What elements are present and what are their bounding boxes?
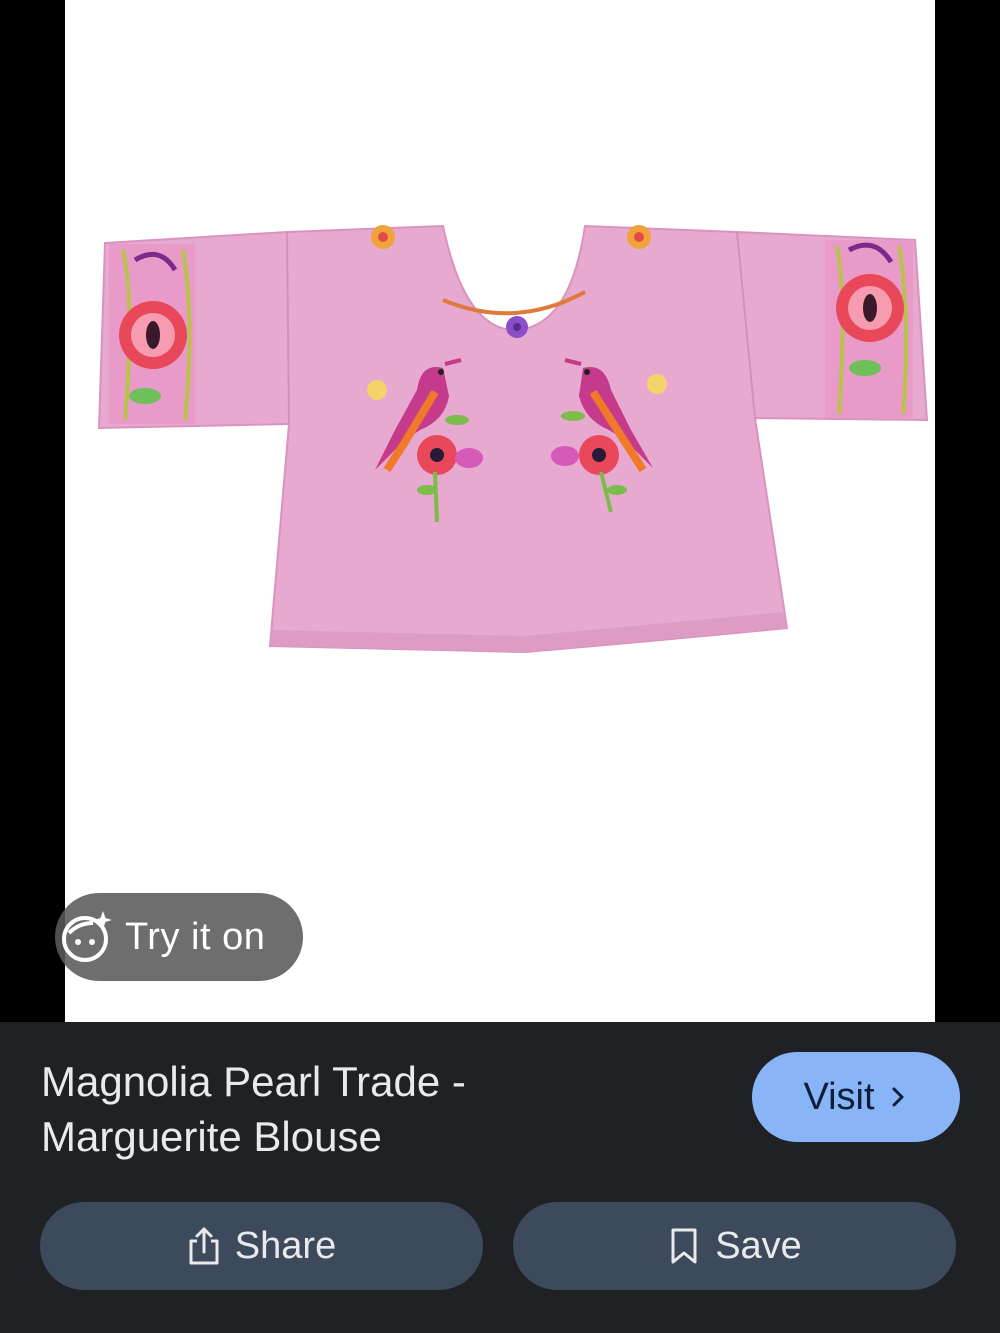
visit-button[interactable]: Visit	[752, 1052, 960, 1142]
chevron-right-icon	[892, 1087, 904, 1107]
visit-label: Visit	[803, 1075, 875, 1118]
sparkle-face-icon	[62, 911, 112, 962]
save-button[interactable]: Save	[513, 1202, 956, 1290]
product-image[interactable]	[65, 0, 935, 1022]
result-details-panel: Magnolia Pearl Trade - Marguerite Blouse…	[0, 1022, 1000, 1333]
save-label: Save	[715, 1224, 802, 1267]
share-icon	[189, 1227, 219, 1265]
try-it-on-label: Try it on	[125, 915, 266, 958]
try-it-on-button[interactable]: Try it on	[55, 893, 303, 981]
bookmark-icon	[671, 1228, 697, 1264]
product-title[interactable]: Magnolia Pearl Trade - Marguerite Blouse	[41, 1054, 721, 1164]
share-button[interactable]: Share	[40, 1202, 483, 1290]
image-viewer: Try it on	[0, 0, 1000, 1022]
share-label: Share	[234, 1224, 337, 1267]
blouse-illustration	[97, 224, 929, 654]
